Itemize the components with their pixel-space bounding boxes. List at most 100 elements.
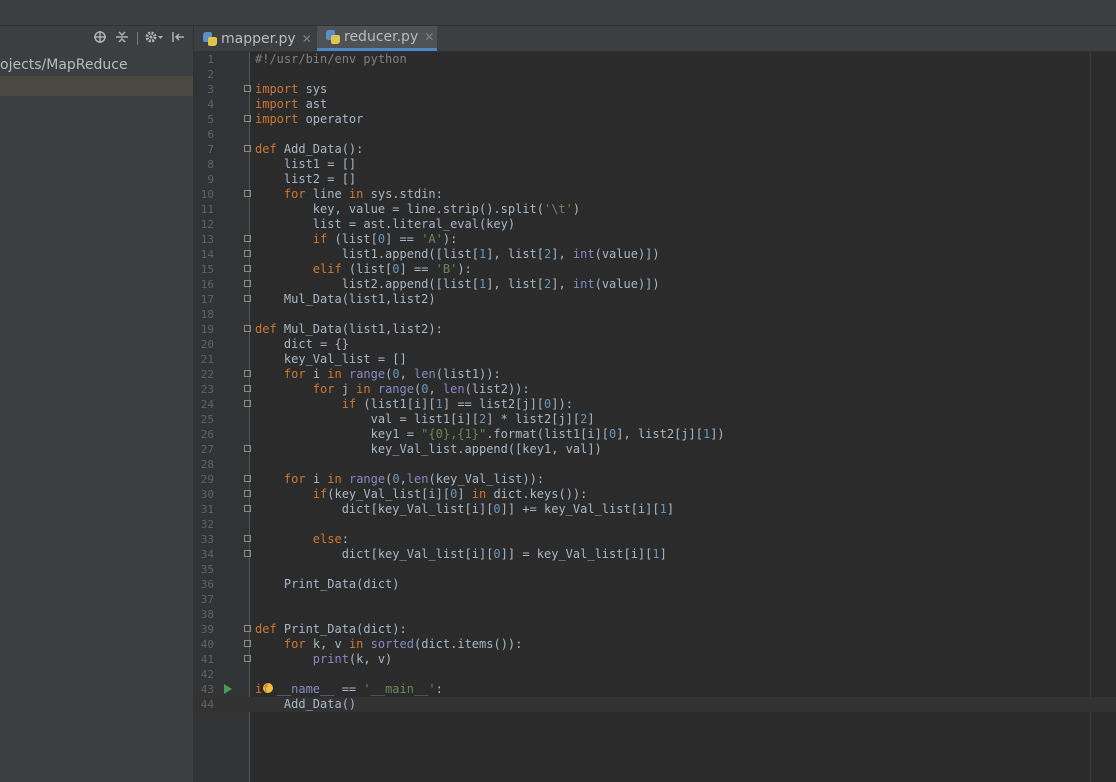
fold-marker-icon[interactable] <box>244 490 251 497</box>
fold-marker-icon[interactable] <box>244 625 251 632</box>
line-number: 16 <box>200 278 214 291</box>
code-line[interactable]: 40 for k, v in sorted(dict.items()): <box>194 637 1116 652</box>
fold-marker-icon[interactable] <box>244 505 251 512</box>
code-line[interactable]: 41 print(k, v) <box>194 652 1116 667</box>
code-line[interactable]: 17 Mul_Data(list1,list2) <box>194 292 1116 307</box>
tab-label: mapper.py <box>221 30 296 47</box>
code-line[interactable]: 15 elif (list[0] == 'B'): <box>194 262 1116 277</box>
code-line[interactable]: 38 <box>194 607 1116 622</box>
code-line[interactable]: 26 key1 = "{0},{1}".format(list1[i][0], … <box>194 427 1116 442</box>
fold-marker-icon[interactable] <box>244 265 251 272</box>
code-line[interactable]: 3 import sys <box>194 82 1116 97</box>
code-line[interactable]: 11 key, value = line.strip().split('\t') <box>194 202 1116 217</box>
code-line[interactable]: 33 else: <box>194 532 1116 547</box>
collapse-icon[interactable] <box>114 30 130 46</box>
fold-marker-icon[interactable] <box>244 250 251 257</box>
fold-marker-icon[interactable] <box>244 445 251 452</box>
code-line[interactable]: 16 list2.append([list[1], list[2], int(v… <box>194 277 1116 292</box>
code-line[interactable]: 19 def Mul_Data(list1,list2): <box>194 322 1116 337</box>
code-line[interactable]: 25 val = list1[i][2] * list2[j][2] <box>194 412 1116 427</box>
fold-marker-icon[interactable] <box>244 190 251 197</box>
code-text: val = list1[i][2] * list2[j][2] <box>255 412 595 426</box>
fold-marker-icon[interactable] <box>244 640 251 647</box>
code-line[interactable]: 18 <box>194 307 1116 322</box>
code-text: elif (list[0] == 'B'): <box>312 262 472 276</box>
code-line[interactable]: 8 list1 = [] <box>194 157 1116 172</box>
code-line[interactable]: 39 def Print_Data(dict): <box>194 622 1116 637</box>
crosshair-icon[interactable] <box>92 30 108 46</box>
tab-reducer[interactable]: reducer.py ✕ <box>317 26 437 51</box>
code-text: import operator <box>255 112 364 126</box>
code-text: for i in range(0,len(key_Val_list)): <box>283 472 545 486</box>
line-number: 19 <box>200 323 214 336</box>
fold-marker-icon[interactable] <box>244 115 251 122</box>
line-number: 28 <box>200 458 214 471</box>
settings-icon[interactable] <box>144 30 164 46</box>
hide-icon[interactable] <box>170 30 186 46</box>
fold-marker-icon[interactable] <box>244 325 251 332</box>
close-icon[interactable]: ✕ <box>424 30 434 44</box>
code-line[interactable]: 44 Add_Data() <box>194 697 1116 712</box>
line-number: 37 <box>200 593 214 606</box>
fold-marker-icon[interactable] <box>244 85 251 92</box>
code-line[interactable]: 12 list = ast.literal_eval(key) <box>194 217 1116 232</box>
code-line[interactable]: 10 for line in sys.stdin: <box>194 187 1116 202</box>
code-line[interactable]: 23 for j in range(0, len(list2)): <box>194 382 1116 397</box>
fold-marker-icon[interactable] <box>244 550 251 557</box>
code-line[interactable]: 1 #!/usr/bin/env python <box>194 52 1116 67</box>
code-line[interactable]: 4 import ast <box>194 97 1116 112</box>
code-text: for line in sys.stdin: <box>283 187 443 201</box>
code-line[interactable]: 20 dict = {} <box>194 337 1116 352</box>
code-line[interactable]: 34 dict[key_Val_list[i][0]] = key_Val_li… <box>194 547 1116 562</box>
code-line[interactable]: 43 if __name__ == '__main__': <box>194 682 1116 697</box>
code-text: Mul_Data(list1,list2) <box>255 292 436 306</box>
fold-marker-icon[interactable] <box>244 535 251 542</box>
code-line[interactable]: 6 <box>194 127 1116 142</box>
code-editor[interactable]: 1 #!/usr/bin/env python 2 3 import sys 4 impor… <box>194 52 1116 782</box>
title-bar: / <box>0 0 1116 26</box>
code-text: key, value = line.strip().split('\t') <box>255 202 581 216</box>
code-text: if __name__ == '__main__': <box>255 682 443 696</box>
project-path[interactable]: ojects/MapReduce <box>0 54 193 76</box>
code-line[interactable]: 35 <box>194 562 1116 577</box>
code-line[interactable]: 42 <box>194 667 1116 682</box>
code-line[interactable]: 21 key_Val_list = [] <box>194 352 1116 367</box>
code-line[interactable]: 5 import operator <box>194 112 1116 127</box>
fold-marker-icon[interactable] <box>244 385 251 392</box>
line-number: 40 <box>200 638 214 651</box>
code-line[interactable]: 7 def Add_Data(): <box>194 142 1116 157</box>
line-number: 2 <box>207 68 214 81</box>
fold-marker-icon[interactable] <box>244 280 251 287</box>
code-line[interactable]: 37 <box>194 592 1116 607</box>
fold-marker-icon[interactable] <box>244 145 251 152</box>
code-line[interactable]: 29 for i in range(0,len(key_Val_list)): <box>194 472 1116 487</box>
code-line[interactable]: 24 if (list1[i][1] == list2[j][0]): <box>194 397 1116 412</box>
line-number: 27 <box>200 443 214 456</box>
code-line[interactable]: 2 <box>194 67 1116 82</box>
line-number: 18 <box>200 308 214 321</box>
code-text: for i in range(0, len(list1)): <box>283 367 501 381</box>
fold-marker-icon[interactable] <box>244 655 251 662</box>
fold-marker-icon[interactable] <box>244 400 251 407</box>
project-toolbar <box>0 26 193 52</box>
run-icon[interactable] <box>224 684 232 694</box>
fold-marker-icon[interactable] <box>244 235 251 242</box>
fold-marker-icon[interactable] <box>244 295 251 302</box>
code-line[interactable]: 27 key_Val_list.append([key1, val]) <box>194 442 1116 457</box>
code-line[interactable]: 28 <box>194 457 1116 472</box>
code-line[interactable]: 13 if (list[0] == 'A'): <box>194 232 1116 247</box>
tab-mapper[interactable]: mapper.py ✕ <box>194 26 316 51</box>
selected-tree-row[interactable] <box>0 76 193 96</box>
fold-marker-icon[interactable] <box>244 475 251 482</box>
code-line[interactable]: 9 list2 = [] <box>194 172 1116 187</box>
line-number: 38 <box>200 608 214 621</box>
code-line[interactable]: 31 dict[key_Val_list[i][0]] += key_Val_l… <box>194 502 1116 517</box>
code-line[interactable]: 22 for i in range(0, len(list1)): <box>194 367 1116 382</box>
code-line[interactable]: 36 Print_Data(dict) <box>194 577 1116 592</box>
code-line[interactable]: 14 list1.append([list[1], list[2], int(v… <box>194 247 1116 262</box>
code-line[interactable]: 30 if(key_Val_list[i][0] in dict.keys())… <box>194 487 1116 502</box>
fold-marker-icon[interactable] <box>244 370 251 377</box>
code-line[interactable]: 32 <box>194 517 1116 532</box>
close-icon[interactable]: ✕ <box>302 32 312 46</box>
line-number: 21 <box>200 353 214 366</box>
